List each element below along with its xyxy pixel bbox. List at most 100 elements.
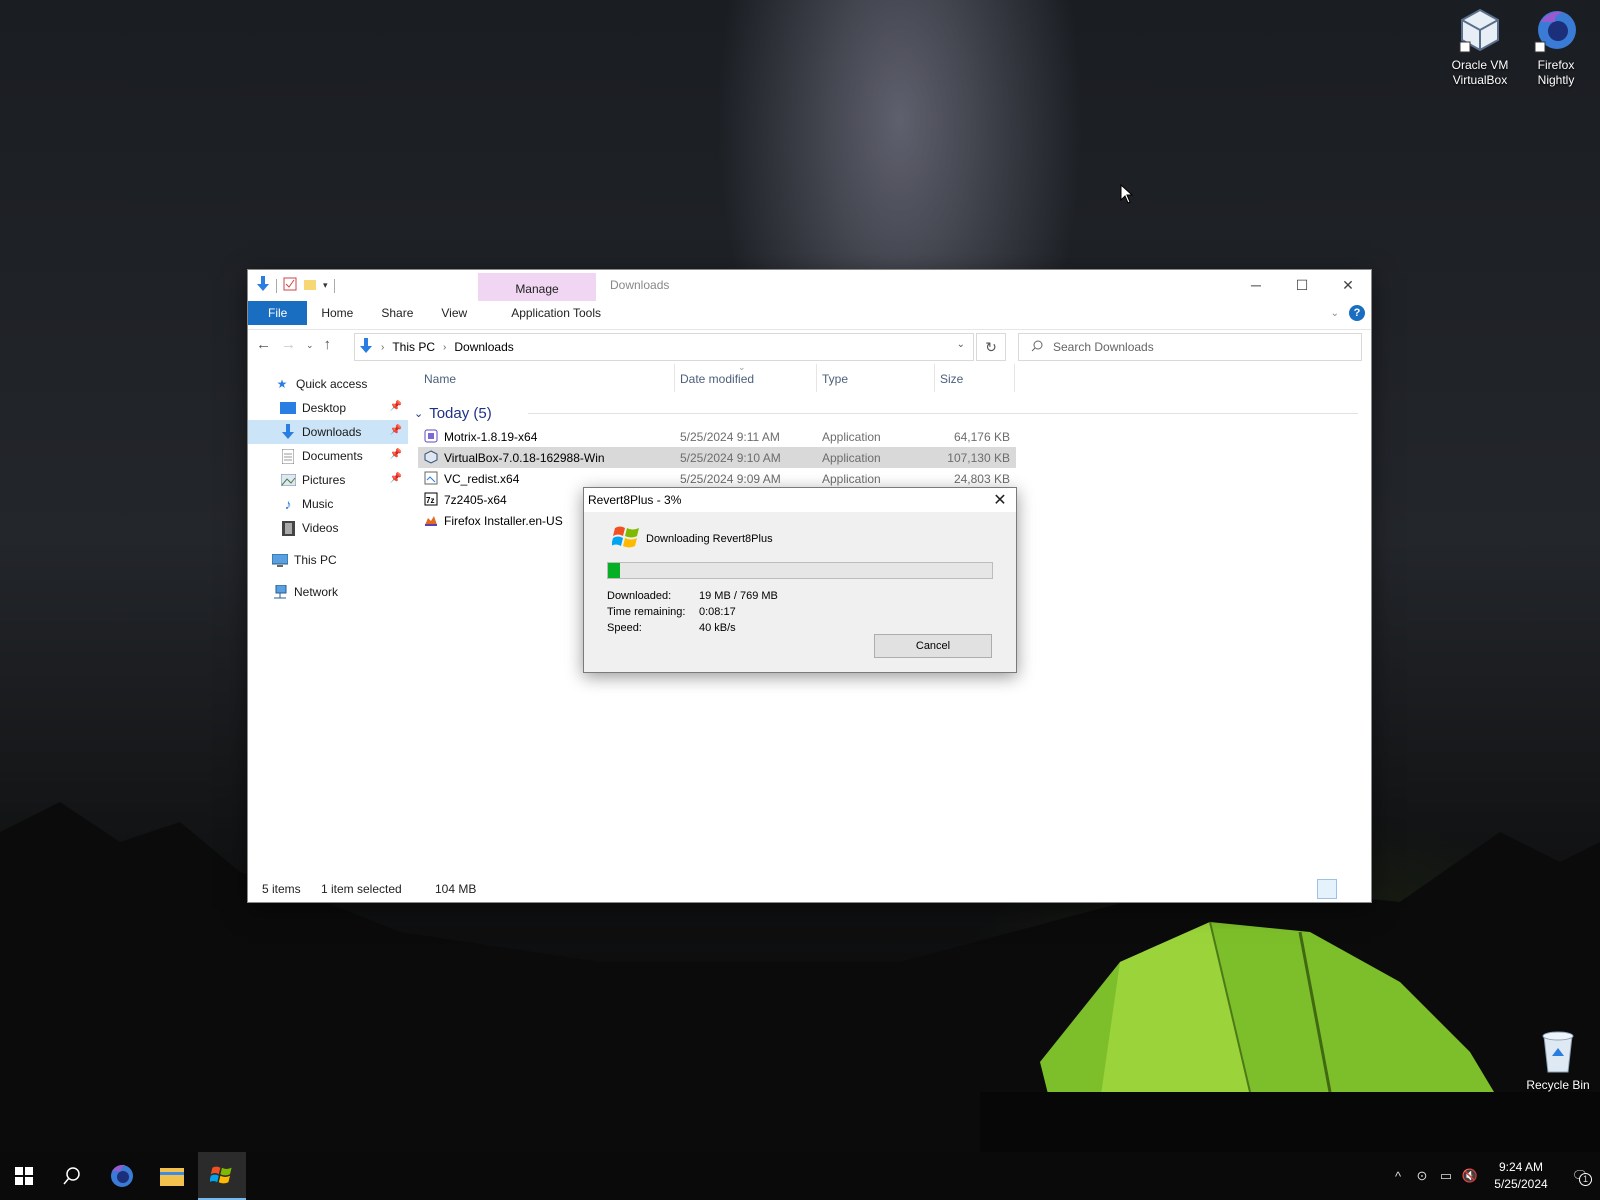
column-header-type[interactable]: Type xyxy=(822,372,848,386)
clock-date: 5/25/2024 xyxy=(1494,1177,1548,1191)
chevron-right-icon[interactable]: › xyxy=(381,342,384,353)
tab-file[interactable]: File xyxy=(248,301,308,325)
desktop-icon-firefox-nightly[interactable]: Firefox Nightly xyxy=(1514,8,1598,88)
sidebar-item-label: Downloads xyxy=(302,425,362,439)
column-header-size[interactable]: Size xyxy=(940,372,963,386)
search-button[interactable] xyxy=(48,1152,96,1200)
taskbar-file-explorer[interactable] xyxy=(148,1152,196,1200)
taskbar-revert8plus[interactable] xyxy=(198,1152,246,1200)
expand-ribbon-icon[interactable]: ⌄ xyxy=(1331,308,1339,319)
sidebar-item-videos[interactable]: Videos xyxy=(248,516,408,540)
tab-application-tools[interactable]: Application Tools xyxy=(497,301,615,325)
address-bar-row: ← → ⌄ ↑ › This PC › Downloads ⌄ ↻ Search… xyxy=(248,329,1371,362)
tab-home[interactable]: Home xyxy=(307,301,367,325)
refresh-button[interactable]: ↻ xyxy=(976,333,1006,361)
download-progress-bar xyxy=(607,562,993,579)
details-view-button[interactable] xyxy=(1317,879,1337,899)
sidebar-item-label: Pictures xyxy=(302,473,346,487)
pin-icon[interactable]: 📌 xyxy=(390,473,402,484)
chevron-up-icon[interactable]: ^ xyxy=(1386,1169,1410,1184)
search-input[interactable]: Search Downloads xyxy=(1018,333,1362,361)
virtualbox-icon xyxy=(1438,8,1522,54)
group-header-today[interactable]: ⌄ Today (5) xyxy=(414,400,1358,426)
sidebar-item-desktop[interactable]: Desktop 📌 xyxy=(248,396,408,420)
system-tray: ^ ⊙ ▭ 🔇 9:24 AM 5/25/2024 🗨1 xyxy=(1386,1152,1600,1200)
computer-icon xyxy=(272,552,288,568)
pin-icon[interactable]: 📌 xyxy=(390,425,402,436)
sidebar-item-pictures[interactable]: Pictures 📌 xyxy=(248,468,408,492)
minimize-button[interactable]: ─ xyxy=(1233,270,1279,300)
sidebar-item-network[interactable]: Network xyxy=(248,580,408,604)
pin-icon[interactable]: 📌 xyxy=(390,449,402,460)
sidebar-item-downloads[interactable]: Downloads 📌 xyxy=(248,420,408,444)
chevron-right-icon[interactable]: › xyxy=(443,342,446,353)
file-size: 107,130 KB xyxy=(947,451,1010,465)
group-label: Today (5) xyxy=(429,404,492,422)
divider xyxy=(276,278,277,293)
file-type: Application xyxy=(822,451,881,465)
address-bar[interactable]: › This PC › Downloads ⌄ xyxy=(354,333,974,361)
column-header-name[interactable]: Name xyxy=(424,372,456,386)
cancel-button[interactable]: Cancel xyxy=(874,634,992,658)
maximize-button[interactable]: ☐ xyxy=(1279,270,1325,300)
file-row-vc-redist[interactable]: VC_redist.x64 5/25/2024 9:09 AM Applicat… xyxy=(418,468,1358,489)
customize-toolbar-icon[interactable]: ▾ xyxy=(323,280,328,291)
close-button[interactable]: ✕ xyxy=(1325,270,1371,300)
volume-muted-icon[interactable]: 🔇 xyxy=(1458,1168,1482,1184)
file-name: Firefox Installer.en-US xyxy=(444,514,563,528)
divider xyxy=(333,278,335,293)
meet-now-icon[interactable]: ⊙ xyxy=(1410,1168,1434,1184)
speed-value: 40 kB/s xyxy=(699,622,736,634)
taskbar-firefox-nightly[interactable] xyxy=(98,1152,146,1200)
desktop-icon-recycle-bin[interactable]: Recycle Bin xyxy=(1516,1028,1600,1093)
sidebar-item-label: Music xyxy=(302,497,334,511)
file-row-virtualbox[interactable]: VirtualBox-7.0.18-162988-Win 5/25/2024 9… xyxy=(418,447,1016,468)
tab-share[interactable]: Share xyxy=(367,301,427,325)
up-arrow-icon[interactable]: ↑ xyxy=(324,336,332,353)
network-status-icon[interactable]: ▭ xyxy=(1434,1168,1458,1184)
notification-count-badge: 1 xyxy=(1579,1173,1592,1186)
dialog-title-bar: Revert8Plus - 3% ✕ xyxy=(584,488,1016,512)
documents-folder-icon xyxy=(280,448,296,464)
sidebar-item-this-pc[interactable]: This PC xyxy=(248,548,408,572)
windows-logo-icon xyxy=(611,524,642,553)
mouse-cursor-icon xyxy=(1120,184,1134,204)
desktop-icon-virtualbox[interactable]: Oracle VM VirtualBox xyxy=(1438,8,1522,88)
back-arrow-icon[interactable]: ← xyxy=(256,336,271,353)
breadcrumb-downloads[interactable]: Downloads xyxy=(454,340,513,354)
pin-icon[interactable]: 📌 xyxy=(390,401,402,412)
help-icon[interactable]: ? xyxy=(1349,305,1365,321)
breadcrumb-this-pc[interactable]: This PC xyxy=(392,340,435,354)
quick-access-toolbar: ▾ xyxy=(256,276,335,295)
close-icon[interactable]: ✕ xyxy=(990,490,1010,510)
large-icons-view-button[interactable] xyxy=(1341,879,1361,899)
properties-icon[interactable] xyxy=(283,277,297,294)
taskbar-clock[interactable]: 9:24 AM 5/25/2024 xyxy=(1482,1159,1560,1193)
recycle-bin-icon xyxy=(1516,1028,1600,1074)
column-header-date-modified[interactable]: Date modified xyxy=(680,372,754,386)
downloaded-value: 19 MB / 769 MB xyxy=(699,590,778,602)
file-name: 7z2405-x64 xyxy=(444,493,507,507)
sidebar-item-music[interactable]: ♪ Music xyxy=(248,492,408,516)
file-row-motrix[interactable]: Motrix-1.8.19-x64 5/25/2024 9:11 AM Appl… xyxy=(418,426,1358,447)
new-folder-icon[interactable] xyxy=(303,277,317,294)
sidebar-item-documents[interactable]: Documents 📌 xyxy=(248,444,408,468)
column-headers: Name Date modified ⌄ Type Size xyxy=(418,362,1358,392)
file-type: Application xyxy=(822,472,881,486)
divider xyxy=(674,364,675,392)
tab-view[interactable]: View xyxy=(427,301,481,325)
file-date: 5/25/2024 9:09 AM xyxy=(680,472,781,486)
forward-arrow-icon[interactable]: → xyxy=(281,336,296,353)
start-button[interactable] xyxy=(0,1152,48,1200)
notification-center-icon[interactable]: 🗨1 xyxy=(1560,1168,1600,1186)
desktop-icon-label: Nightly xyxy=(1537,73,1575,87)
recent-locations-icon[interactable]: ⌄ xyxy=(306,340,314,353)
tab-manage[interactable]: Manage xyxy=(478,273,596,301)
title-bar: ▾ Manage Downloads ─ ☐ ✕ xyxy=(248,270,1371,301)
desktop-icon-label: Recycle Bin xyxy=(1526,1078,1590,1092)
chevron-down-icon[interactable]: ⌄ xyxy=(957,339,965,350)
virtualbox-installer-icon xyxy=(424,450,438,464)
download-dialog: Revert8Plus - 3% ✕ Downloading Revert8Pl… xyxy=(583,487,1017,673)
search-placeholder: Search Downloads xyxy=(1053,340,1154,354)
sidebar-item-quick-access[interactable]: ★ Quick access xyxy=(248,372,408,396)
